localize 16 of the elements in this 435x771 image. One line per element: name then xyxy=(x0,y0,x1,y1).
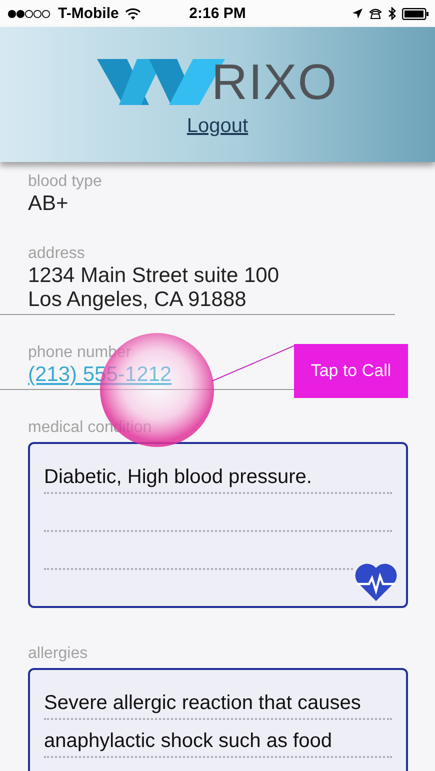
notes-line: Severe allergic reaction that causes xyxy=(44,691,361,715)
field-label: address xyxy=(28,244,86,264)
carrier-name: T-Mobile xyxy=(58,5,119,22)
notes-box[interactable]: Severe allergic reaction that causes anaphylactic shock such as food xyxy=(28,668,408,771)
field-value: 1234 Main Street suite 100 xyxy=(28,264,280,288)
field-value: Los Angeles, CA 91888 xyxy=(28,288,248,312)
notes-line: Diabetic, High blood pressure. xyxy=(44,465,312,489)
tap-to-call-callout: Tap to Call xyxy=(294,344,408,398)
logo-text: RIXO xyxy=(211,59,338,105)
clock-time: 2:16 PM xyxy=(189,5,246,22)
notes-box[interactable]: Diabetic, High blood pressure. xyxy=(28,442,408,608)
field-label: blood type xyxy=(28,172,103,192)
field-value: AB+ xyxy=(28,192,70,216)
field-label: allergies xyxy=(28,644,89,664)
logout-link[interactable]: Logout xyxy=(186,115,248,138)
notes-line: anaphylactic shock such as food xyxy=(44,729,332,753)
